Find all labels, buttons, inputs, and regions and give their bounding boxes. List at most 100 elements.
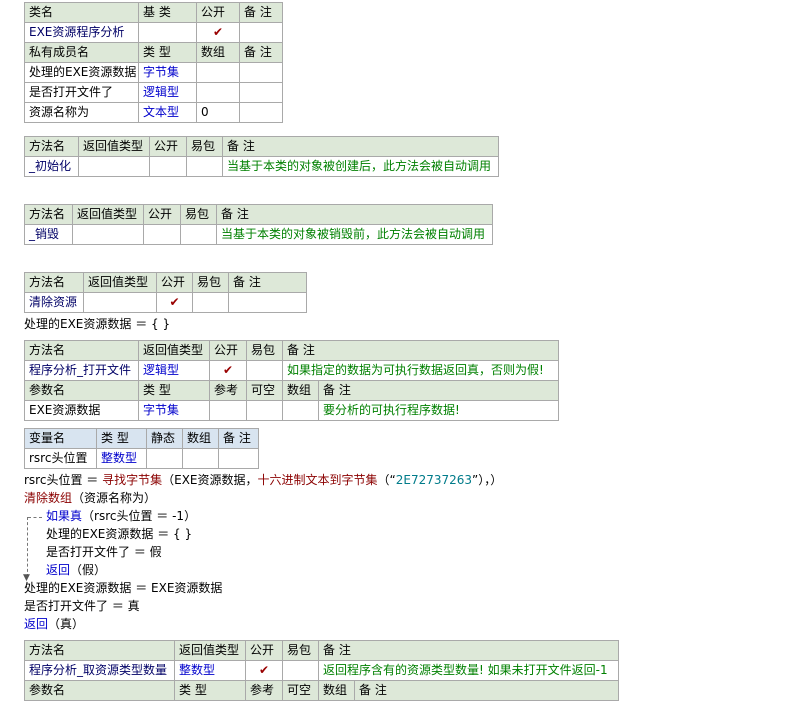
easy-package-header: 易包 [282,640,319,661]
method-name[interactable]: 程序分析_打开文件 [24,360,139,381]
local-variable-table: 变量名 类 型 静态 数组 备 注 rsrc头位置 整数型 [24,428,259,469]
member-type[interactable]: 文本型 [138,102,197,123]
code-line-assign-data[interactable]: 处理的EXE资源数据 ＝ EXE资源数据 [24,579,222,597]
reference-header: 参考 [245,680,283,701]
method-note[interactable]: 当基于本类的对象被创建后，此方法会被自动调用 [222,156,499,177]
public-cell[interactable] [143,224,181,245]
param-name-header: 参数名 [24,680,175,701]
code-line-return-true[interactable]: 返回（真） [24,615,84,633]
method-name-header: 方法名 [24,136,79,157]
method-note[interactable]: 如果指定的数据为可执行数据返回真，否则为假! [281,360,560,381]
member-array[interactable]: 0 [196,102,240,123]
public-checkmark-icon[interactable]: ✔ [209,360,247,381]
var-note-header: 备 注 [218,428,259,449]
return-type-header: 返回值类型 [138,340,210,361]
member-name[interactable]: 是否打开文件了 [24,82,139,103]
method-name-header: 方法名 [24,340,139,361]
note-header: 备 注 [216,204,493,225]
return-type-header: 返回值类型 [72,204,144,225]
method-note[interactable]: 返回程序含有的资源类型数量! 如果未打开文件返回-1 [317,660,620,681]
easy-package-cell[interactable] [186,156,223,177]
method-name[interactable]: 程序分析_取资源类型数量 [24,660,175,681]
return-type-header: 返回值类型 [83,272,157,293]
return-type[interactable]: 整数型 [174,660,246,681]
easy-package-cell[interactable] [282,660,319,681]
param-type[interactable]: 字节集 [138,400,210,421]
reference-cell[interactable] [209,400,247,421]
code-line-set-true[interactable]: 是否打开文件了 ＝ 真 [24,597,140,615]
method-name[interactable]: _销毁 [24,224,73,245]
array-cell[interactable] [182,448,219,469]
member-name[interactable]: 处理的EXE资源数据 [24,62,139,83]
array-header: 数组 [182,428,219,449]
method-note[interactable] [228,292,307,313]
member-note[interactable] [239,62,283,83]
code-line-find-bytes[interactable]: rsrc头位置 ＝ 寻找字节集（EXE资源数据，十六进制文本到字节集（“2E72… [24,471,502,489]
base-class-cell[interactable] [138,22,197,43]
code-args: ”），） [472,473,503,487]
note-header: 备 注 [239,2,283,23]
code-line-clear-array[interactable]: 清除数组（资源名称为） [24,489,156,507]
member-name-header: 私有成员名 [24,42,139,63]
member-type[interactable]: 逻辑型 [138,82,197,103]
member-note[interactable] [239,82,283,103]
optional-cell[interactable] [246,400,283,421]
code-function: 十六进制文本到字节集 [257,473,378,487]
return-type[interactable] [83,292,157,313]
return-type[interactable] [72,224,144,245]
easy-package-cell[interactable] [246,360,283,381]
easy-package-cell[interactable] [180,224,217,245]
code-keyword: 返回 [46,563,71,577]
public-header: 公开 [149,136,187,157]
easy-package-cell[interactable] [192,292,229,313]
static-cell[interactable] [146,448,183,469]
method-note[interactable]: 当基于本类的对象被销毁前，此方法会被自动调用 [216,224,493,245]
method-table-destroy: 方法名 返回值类型 公开 易包 备 注 _销毁 当基于本类的对象被销毁前，此方法… [24,204,493,245]
table-row: 是否打开文件了 逻辑型 [24,82,283,103]
optional-header: 可空 [246,380,283,401]
code-line-return-false[interactable]: 返回（假） [46,561,106,579]
return-type-header: 返回值类型 [78,136,150,157]
member-type-header: 类 型 [138,42,197,63]
var-name[interactable]: rsrc头位置 [24,448,97,469]
code-args: （假） [70,563,107,577]
array-cell[interactable] [282,400,319,421]
member-array[interactable] [196,62,240,83]
static-header: 静态 [146,428,183,449]
member-type[interactable]: 字节集 [138,62,197,83]
method-name-header: 方法名 [24,272,84,293]
code-line-set-false[interactable]: 是否打开文件了 ＝ 假 [46,543,162,561]
member-note[interactable] [239,102,283,123]
return-type-header: 返回值类型 [174,640,246,661]
public-header: 公开 [196,2,240,23]
code-line-if-true[interactable]: 如果真（rsrc头位置 ＝ -1） [46,507,196,525]
method-table-count: 方法名 返回值类型 公开 易包 备 注 程序分析_取资源类型数量 整数型 ✔ 返… [24,640,620,701]
var-type[interactable]: 整数型 [96,448,147,469]
member-name[interactable]: 资源名称为 [24,102,139,123]
method-table-clear: 方法名 返回值类型 公开 易包 备 注 清除资源 ✔ [24,272,307,313]
code-line-reset-data[interactable]: 处理的EXE资源数据 ＝ { } [46,525,192,543]
method-name[interactable]: 清除资源 [24,292,84,313]
public-cell[interactable] [149,156,187,177]
flow-guide-line [27,517,28,577]
param-note-header: 备 注 [353,680,620,701]
var-note[interactable] [218,448,259,469]
note-header: 备 注 [228,272,307,293]
param-note[interactable]: 要分析的可执行程序数据! [317,400,560,421]
note-header: 备 注 [222,136,499,157]
code-line-clear[interactable]: 处理的EXE资源数据 ＝ { } [24,315,170,333]
easy-package-header: 易包 [186,136,223,157]
reference-header: 参考 [209,380,247,401]
method-name[interactable]: _初始化 [24,156,79,177]
method-name-header: 方法名 [24,640,175,661]
member-array[interactable] [196,82,240,103]
param-name[interactable]: EXE资源数据 [24,400,139,421]
public-checkmark-icon[interactable]: ✔ [196,22,240,43]
return-type[interactable]: 逻辑型 [138,360,210,381]
class-note-cell[interactable] [239,22,283,43]
public-checkmark-icon[interactable]: ✔ [245,660,283,681]
return-type[interactable] [78,156,150,177]
public-checkmark-icon[interactable]: ✔ [156,292,193,313]
class-name-cell[interactable]: EXE资源程序分析 [24,22,139,43]
param-type-header: 类 型 [174,680,246,701]
